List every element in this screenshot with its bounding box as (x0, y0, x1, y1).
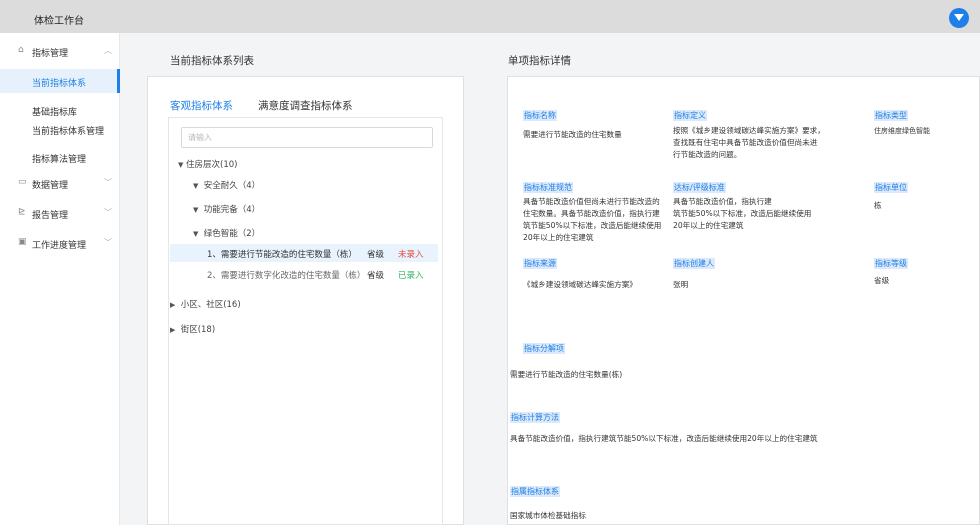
sidebar-item-label: 当前指标体系 (32, 79, 87, 89)
menu-group-label: 工作进度管理 (32, 241, 87, 251)
leaf-name: 2、需要进行数字化改造的住宅数量（栋） (207, 271, 366, 281)
tab-satisfaction[interactable]: 满意度调查指标体系 (258, 98, 353, 113)
norm-line: 住宅数量。具备节能改造价值，指执行建 (523, 209, 660, 218)
source-value: 《城乡建设领域碳达峰实施方案》 (523, 280, 637, 289)
tree-node-block[interactable]: ▶ 街区(18) (170, 323, 215, 337)
tree-node-safety[interactable]: ▼ 安全耐久（4） (193, 179, 260, 193)
caret-down-icon: ▼ (193, 206, 199, 214)
app-title: 体检工作台 (34, 16, 84, 27)
norm-label: 指标标准规范 (523, 182, 573, 193)
tree-node-function[interactable]: ▼ 功能完备（4） (193, 203, 260, 217)
sidebar-item-current-system[interactable]: 当前指标体系 (0, 69, 120, 93)
standard-value: 具备节能改造价值，指执行建 筑节能50%以下标准，改造后能继续使用 20年以上的… (673, 196, 811, 232)
menu-group-label: 指标管理 (32, 49, 69, 59)
caret-right-icon: ▶ (170, 326, 176, 334)
system-value: 国家城市体检基础指标 (510, 511, 586, 520)
unit-value: 栋 (874, 201, 882, 210)
sidebar-item-system-management[interactable]: 当前指标体系管理 (0, 117, 120, 141)
decomposition-value: 需要进行节能改造的住宅数量(栋) (510, 370, 623, 379)
sidebar: ⌂ 指标管理 ︿ 当前指标体系 基础指标库 当前指标体系管理 指标算法管理 ▭ … (0, 33, 120, 525)
tree-node-housing[interactable]: ▼ 住房层次(10) (178, 158, 237, 172)
tree-leaf-row[interactable]: 1、需要进行节能改造的住宅数量（栋） 省级 未录入 (170, 244, 438, 262)
grade-value: 省级 (874, 276, 890, 285)
status-badge: 未录入 (398, 250, 424, 260)
search-input[interactable] (188, 128, 428, 147)
tree-node-label: 住房层次(10) (186, 160, 238, 170)
name-value: 需要进行节能改造的住宅数量 (523, 130, 622, 139)
leaf-name: 1、需要进行节能改造的住宅数量（栋） (207, 250, 357, 260)
tree-leaf-row[interactable]: 2、需要进行数字化改造的住宅数量（栋） 省级 已录入 (170, 265, 438, 283)
norm-line: 20年以上的住宅建筑 (523, 233, 594, 242)
chevron-down-icon: ﹀ (104, 238, 112, 247)
tree-node-label: 功能完备（4） (203, 205, 261, 215)
tree-node-green[interactable]: ▼ 绿色智能（2） (193, 227, 260, 241)
chevron-down-icon: ﹀ (104, 208, 112, 217)
norm-line: 具备节能改造价值但尚未进行节能改造的 (523, 197, 660, 206)
standard-line: 筑节能50%以下标准，改造后能继续使用 (673, 209, 812, 218)
menu-group-reports[interactable]: ⊵ 报告管理 ﹀ (0, 203, 120, 223)
progress-icon: ▣ (18, 237, 27, 247)
detail-panel-title: 单项指标详情 (508, 55, 571, 67)
definition-label: 指标定义 (673, 110, 707, 121)
chart-icon: ⊵ (18, 207, 26, 217)
norm-line: 筑节能50%以下标准，改造后能继续使用 (523, 221, 662, 230)
tree-node-label: 绿色智能（2） (203, 229, 261, 239)
source-label: 指标来源 (523, 258, 557, 269)
tab-objective[interactable]: 客观指标体系 (170, 98, 233, 113)
chevron-down-icon: ﹀ (104, 178, 112, 187)
definition-line: 行节能改造的问题。 (673, 150, 742, 159)
caret-down-icon: ▼ (193, 230, 199, 238)
leaf-level: 省级 (367, 271, 385, 281)
creator-label: 指标创建人 (673, 258, 715, 269)
tree-node-community[interactable]: ▶ 小区、社区(16) (170, 298, 241, 312)
caret-down-icon: ▼ (178, 161, 184, 169)
list-panel-title: 当前指标体系列表 (170, 55, 254, 67)
search-field[interactable] (181, 127, 433, 148)
tree-node-label: 街区(18) (180, 325, 216, 335)
user-avatar[interactable] (949, 8, 969, 28)
home-icon: ⌂ (18, 45, 24, 55)
system-label: 指属指标体系 (510, 486, 560, 497)
type-label: 指标类型 (874, 110, 908, 121)
definition-line: 查找既有住宅中具备节能改造价值但尚未进 (673, 138, 818, 147)
menu-group-label: 报告管理 (32, 211, 69, 221)
grade-label: 指标等级 (874, 258, 908, 269)
standard-label: 达标/评级标准 (673, 182, 726, 193)
caret-down-icon: ▼ (193, 182, 199, 190)
standard-line: 具备节能改造价值，指执行建 (673, 197, 772, 206)
standard-line: 20年以上的住宅建筑 (673, 221, 744, 230)
creator-value: 张明 (673, 280, 689, 289)
definition-line: 按照《城乡建设领域碳达峰实施方案》要求， (673, 126, 825, 135)
unit-label: 指标单位 (874, 182, 908, 193)
top-bar: 体检工作台 (0, 0, 980, 33)
menu-group-indicators[interactable]: ⌂ 指标管理 ︿ (0, 41, 120, 61)
sidebar-item-label: 当前指标体系管理 (32, 127, 105, 137)
status-badge: 已录入 (398, 271, 424, 281)
decomposition-label: 指标分解项 (523, 343, 565, 354)
menu-group-label: 数据管理 (32, 181, 69, 191)
leaf-level: 省级 (367, 250, 385, 260)
caret-right-icon: ▶ (170, 301, 176, 309)
tree-node-label: 小区、社区(16) (180, 300, 241, 310)
type-value: 住房维度绿色智能 (874, 127, 930, 135)
chevron-up-icon: ︿ (104, 46, 112, 55)
menu-group-progress[interactable]: ▣ 工作进度管理 ﹀ (0, 233, 120, 253)
sidebar-item-label: 指标算法管理 (32, 155, 87, 165)
calculation-label: 指标计算方法 (510, 412, 560, 423)
calculation-value: 具备节能改造价值，指执行建筑节能50%以下标准，改造后能继续使用20年以上的住宅… (510, 434, 818, 443)
norm-value: 具备节能改造价值但尚未进行节能改造的 住宅数量。具备节能改造价值，指执行建 筑节… (523, 196, 661, 244)
data-icon: ▭ (18, 177, 27, 187)
sidebar-item-algorithm-management[interactable]: 指标算法管理 (0, 145, 120, 169)
name-label: 指标名称 (523, 110, 557, 121)
definition-value: 按照《城乡建设领域碳达峰实施方案》要求， 查找既有住宅中具备节能改造价值但尚未进… (673, 125, 825, 161)
menu-group-data[interactable]: ▭ 数据管理 ﹀ (0, 173, 120, 193)
tree-node-label: 安全耐久（4） (203, 181, 261, 191)
user-icon (954, 14, 964, 21)
